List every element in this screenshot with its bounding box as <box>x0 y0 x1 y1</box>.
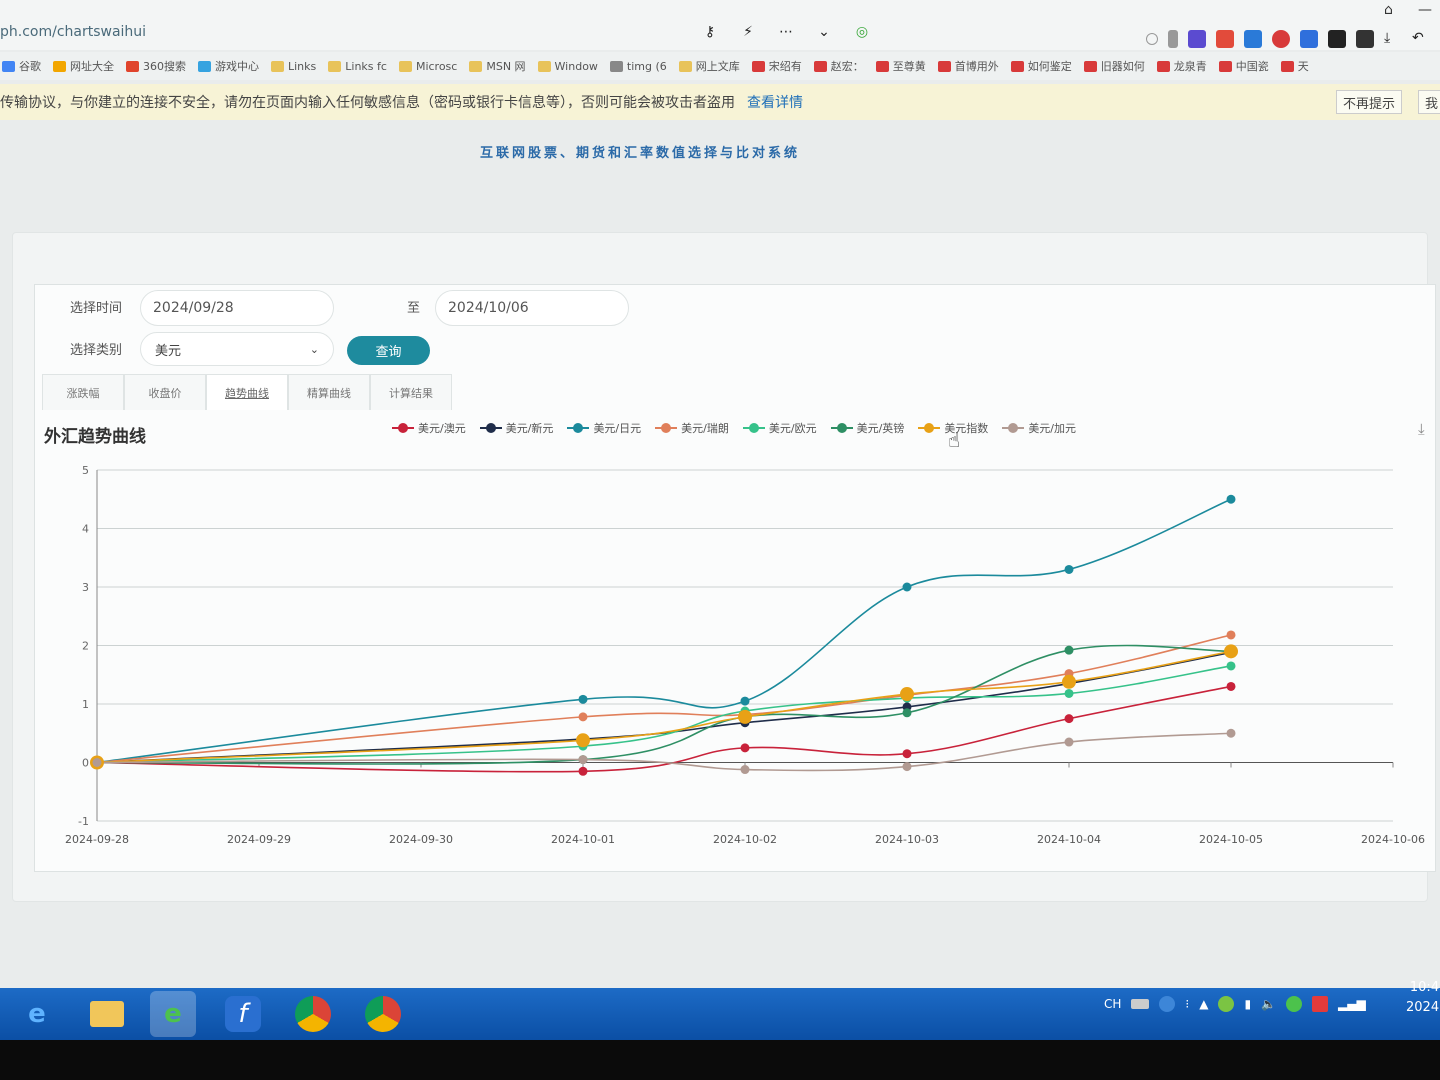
legend-swatch <box>918 423 941 433</box>
series-line <box>96 498 1232 764</box>
series-line <box>96 665 1232 764</box>
x-tick-label: 2024-10-06 <box>1361 833 1425 846</box>
data-point <box>740 765 750 775</box>
data-point <box>902 749 912 759</box>
x-tick-label: 2024-09-30 <box>389 833 453 846</box>
save-image-icon[interactable]: ⤓ <box>1418 420 1425 438</box>
help-icon[interactable] <box>1159 996 1176 1012</box>
data-point <box>578 755 588 765</box>
x-tick-label: 2024-09-29 <box>227 833 291 846</box>
data-point <box>740 696 750 706</box>
legend-swatch <box>1002 423 1025 433</box>
data-point <box>1062 674 1076 689</box>
legend-label: 美元/新元 <box>505 422 554 435</box>
legend-swatch <box>655 423 678 433</box>
legend-label: 美元/欧元 <box>768 422 817 435</box>
data-point <box>1226 494 1236 504</box>
device-icon[interactable]: ▮ <box>1244 997 1251 1011</box>
x-tick-label: 2024-10-04 <box>1037 833 1101 846</box>
data-point <box>1226 681 1236 691</box>
legend-label: 美元/澳元 <box>418 422 466 435</box>
data-point <box>902 762 912 772</box>
legend-label: 美元/瑞朗 <box>681 422 729 435</box>
data-point <box>902 582 912 592</box>
data-point <box>1064 714 1074 724</box>
clock-time: 10:4 <box>1409 980 1440 995</box>
monitor-bezel <box>0 1040 1440 1080</box>
legend-label: 美元/日元 <box>593 422 642 435</box>
y-tick-label: 1 <box>82 698 89 711</box>
data-point <box>1064 737 1074 747</box>
flag-icon[interactable] <box>1312 996 1329 1012</box>
network-icon[interactable]: ⁝ <box>1185 997 1189 1011</box>
data-point <box>1064 645 1074 655</box>
y-tick-label: 4 <box>82 523 89 536</box>
data-point <box>1226 728 1236 738</box>
data-point <box>738 709 752 724</box>
360-guard-icon[interactable] <box>1286 996 1303 1012</box>
legend-item[interactable]: 美元/英镑 <box>830 420 905 436</box>
y-tick-label: 0 <box>82 757 89 770</box>
legend-item[interactable]: 美元/澳元 <box>392 420 466 436</box>
data-point <box>576 733 590 748</box>
language-indicator[interactable]: CH <box>1104 997 1121 1011</box>
data-point <box>1064 688 1074 698</box>
legend-swatch <box>742 423 765 433</box>
legend-swatch <box>479 423 502 433</box>
y-tick-label: 5 <box>82 464 89 477</box>
legend-item[interactable]: 美元/新元 <box>479 420 554 436</box>
data-point <box>92 758 102 767</box>
chrome-icon[interactable] <box>290 991 336 1037</box>
system-clock[interactable]: 10:4 2024 <box>1406 978 1439 1018</box>
legend-item[interactable]: 美元/瑞朗 <box>655 420 729 436</box>
trend-chart: -1 0 1 2 3 4 5 2024-09-28 2024-09-29 2024-09-30 20… <box>65 464 1425 846</box>
360-browser-icon[interactable]: e <box>150 991 196 1037</box>
data-point <box>740 743 750 753</box>
legend-swatch <box>392 423 414 433</box>
volume-icon[interactable]: 🔈 <box>1261 997 1276 1011</box>
legend-swatch <box>567 423 590 433</box>
data-point <box>900 687 914 702</box>
data-point <box>902 708 912 718</box>
signal-icon[interactable]: ▂▄▆ <box>1338 997 1366 1011</box>
ie-icon[interactable]: e <box>14 991 60 1037</box>
y-tick-label: 2 <box>82 640 89 653</box>
y-tick-label: -1 <box>78 815 89 828</box>
legend-swatch <box>830 423 853 433</box>
data-point <box>1224 644 1238 659</box>
legend-label: 美元/加元 <box>1028 422 1077 435</box>
x-tick-label: 2024-10-05 <box>1199 833 1263 846</box>
hand-cursor-icon: ☝ <box>948 428 961 452</box>
chart-title: 外汇趋势曲线 <box>44 427 146 447</box>
legend-item[interactable]: 美元/欧元 <box>742 420 817 436</box>
legend-item[interactable]: 美元/加元 <box>1002 420 1076 436</box>
system-tray: CH ⁝ ▲ ▮ 🔈 ▂▄▆ <box>1104 996 1366 1012</box>
chart-legend: 美元/澳元 美元/新元 美元/日元 美元/瑞朗 美元/欧元 美元/英镑 美元指数 美元/加元 <box>392 420 1076 436</box>
folder-icon[interactable] <box>84 991 130 1037</box>
flash-icon[interactable]: f <box>220 991 266 1037</box>
show-hidden-icon[interactable]: ▲ <box>1199 997 1208 1011</box>
legend-item[interactable]: 美元/日元 <box>567 420 641 436</box>
x-tick-label: 2024-10-02 <box>713 833 777 846</box>
x-tick-label: 2024-09-28 <box>65 833 129 846</box>
y-tick-label: 3 <box>82 581 89 594</box>
x-tick-label: 2024-10-03 <box>875 833 939 846</box>
data-point <box>578 694 588 704</box>
360-safe-icon[interactable] <box>1218 996 1235 1012</box>
keyboard-icon[interactable] <box>1131 999 1150 1009</box>
data-point <box>1226 661 1236 671</box>
data-point <box>1064 564 1074 574</box>
data-point <box>578 766 588 776</box>
legend-label: 美元/英镑 <box>856 422 905 435</box>
data-point <box>578 712 588 722</box>
chrome-icon-2[interactable] <box>360 991 406 1037</box>
data-point <box>1226 630 1236 640</box>
x-tick-label: 2024-10-01 <box>551 833 615 846</box>
clock-date: 2024 <box>1406 1000 1440 1015</box>
